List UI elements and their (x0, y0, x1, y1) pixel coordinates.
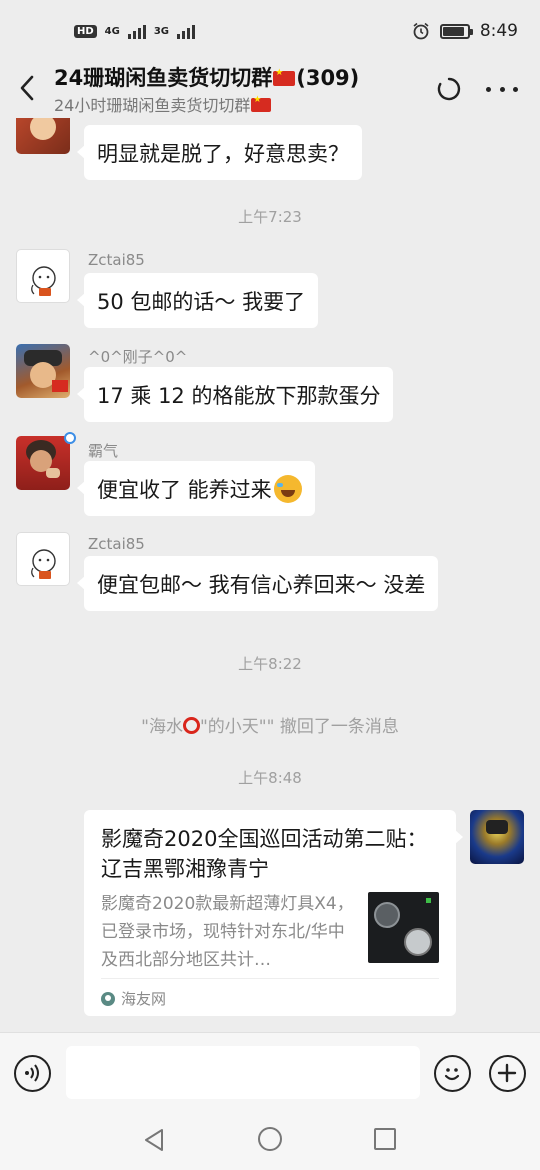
status-bar: HD 4G 3G 8:49 (0, 0, 540, 62)
avatar[interactable] (16, 344, 70, 398)
card-description: 影魔奇2020款最新超薄灯具X4，已登录市场，现特针对东北/华中及西北部分地区共… (101, 894, 354, 970)
dot (513, 86, 518, 92)
message-text: 50 包邮的话～ 我要了 (97, 289, 306, 314)
signal-icon (177, 23, 196, 39)
message-list[interactable]: 明显就是脱了，好意思卖？ 上午7:23 Zctai85 50 包邮的话～ 我要了… (0, 118, 540, 1032)
avatar[interactable] (16, 118, 70, 154)
message-bubble[interactable]: 便宜包邮～ 我有信心养回来～ 没差 (76, 556, 439, 611)
message-text: 便宜包邮～ 我有信心养回来～ 没差 (97, 572, 426, 597)
dot (499, 86, 505, 92)
message-bubble[interactable]: 明显就是脱了，好意思卖？ (77, 125, 362, 180)
more-functions-button[interactable] (489, 1055, 526, 1092)
message-bubble[interactable]: 便宜收了 能养过来 (77, 461, 315, 516)
clock: 8:49 (479, 21, 518, 41)
recall-notice: "海水 "的小天"" 撤回了一条消息 (0, 712, 540, 737)
refresh-button[interactable] (436, 76, 462, 102)
sender-name: ^0^刚子^0^ (88, 348, 188, 366)
recall-notice-suffix: "的小天"" 撤回了一条消息 (199, 717, 399, 737)
cartoon-avatar-icon (31, 549, 56, 579)
cartoon-avatar-icon (31, 266, 56, 296)
plus-icon (497, 1063, 517, 1083)
recall-notice-prefix: "海水 (141, 717, 183, 737)
chat-title-text: 24珊瑚闲鱼卖货切切群 (54, 66, 273, 90)
member-count: (309) (296, 66, 360, 90)
message-text: 便宜收了 能养过来 (97, 477, 272, 502)
chat-subtitle-text: 24小时珊瑚闲鱼卖货切切群 (54, 96, 251, 115)
chat-subtitle: 24小时珊瑚闲鱼卖货切切群 (54, 92, 272, 116)
message-input[interactable] (66, 1046, 420, 1099)
timestamp: 上午8:22 (238, 655, 302, 673)
nav-recent-apps-icon[interactable] (374, 1128, 396, 1150)
back-button[interactable] (12, 70, 42, 106)
message-bubble[interactable]: 17 乘 12 的格能放下那款蛋分 (76, 367, 394, 422)
sender-name: Zctai85 (88, 535, 145, 553)
laughing-emoji-icon (273, 474, 302, 503)
timestamp: 上午7:23 (238, 208, 302, 226)
source-logo-icon (101, 991, 115, 1006)
link-card[interactable]: 影魔奇2020全国巡回活动第二贴： 辽吉黑鄂湘豫青宁 影魔奇2020款最新超薄灯… (84, 810, 463, 1016)
card-title: 影魔奇2020全国巡回活动第二贴： 辽吉黑鄂湘豫青宁 (101, 827, 428, 881)
avatar[interactable] (16, 249, 70, 303)
system-nav-bar (0, 1112, 540, 1170)
chat-header: 24珊瑚闲鱼卖货切切群 (309) 24小时珊瑚闲鱼卖货切切群 (0, 62, 540, 118)
hd-badge: HD (74, 24, 97, 38)
voice-icon (25, 1064, 39, 1082)
message-bubble[interactable]: 50 包邮的话～ 我要了 (76, 273, 319, 328)
chat-title: 24珊瑚闲鱼卖货切切群 (309) (54, 62, 359, 92)
battery-icon (439, 23, 473, 39)
nav-back-icon[interactable] (142, 1127, 166, 1153)
more-options-button[interactable] (486, 76, 518, 102)
network-4g-label: 4G (104, 25, 120, 37)
dot (486, 86, 491, 92)
timestamp: 上午8:48 (238, 769, 302, 787)
chevron-left-icon (20, 75, 34, 101)
china-flag-icon (273, 68, 296, 86)
emoji-button[interactable] (434, 1055, 471, 1092)
sender-name: Zctai85 (88, 251, 145, 269)
card-source: 海友网 (101, 988, 166, 1009)
card-divider (101, 978, 439, 979)
input-bar (0, 1032, 540, 1112)
smiley-icon (444, 1068, 460, 1081)
nav-home-icon[interactable] (258, 1127, 282, 1151)
card-source-label: 海友网 (121, 990, 167, 1008)
china-flag-icon (251, 95, 272, 112)
alarm-icon (413, 22, 429, 40)
online-indicator (64, 432, 76, 444)
voice-button[interactable] (14, 1055, 51, 1092)
avatar[interactable] (16, 532, 70, 586)
status-right: 8:49 (412, 21, 518, 41)
sender-name: 霸气 (88, 442, 119, 460)
loading-circle-icon (437, 77, 461, 101)
avatar[interactable] (16, 432, 76, 490)
signal-icon (127, 23, 146, 39)
message-text: 明显就是脱了，好意思卖？ (97, 141, 349, 166)
network-indicators: HD 4G 3G (74, 23, 196, 39)
red-circle-icon (182, 717, 200, 734)
network-3g-label: 3G (153, 25, 170, 37)
my-avatar[interactable] (470, 810, 524, 864)
message-text: 17 乘 12 的格能放下那款蛋分 (97, 383, 381, 408)
card-thumbnail (368, 892, 439, 963)
